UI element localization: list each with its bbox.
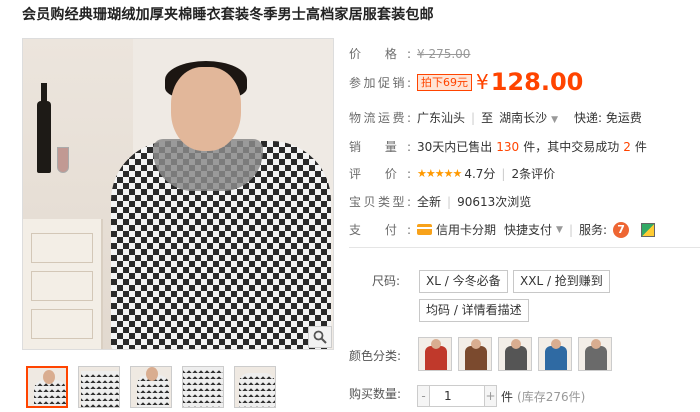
thumbnail-3[interactable] xyxy=(130,366,172,408)
item-type-label: 宝贝类型: xyxy=(349,195,411,209)
promo-label: 参加促销: xyxy=(349,75,411,90)
thumbnail-4[interactable] xyxy=(182,366,224,408)
rating-score: 4.7分 xyxy=(464,167,496,181)
sales-row: 销 量: 30天内已售出 130 件，其中交易成功 2 件 xyxy=(349,138,647,155)
thumbnail-1[interactable] xyxy=(26,366,68,408)
seven-day-return-icon[interactable]: 7 xyxy=(613,221,630,238)
quantity-input[interactable] xyxy=(430,385,484,407)
swatch-1-fill xyxy=(425,346,447,370)
sales-success: 2 xyxy=(623,139,631,154)
sales-suffix: 件 xyxy=(634,140,647,154)
ship-from: 广东汕头 xyxy=(417,111,466,125)
guarantee-icon[interactable] xyxy=(641,222,656,237)
shipping-row: 物流运费: 广东汕头 | 至 湖南长沙 ▼ 快递: 免运费 xyxy=(349,109,642,126)
chevron-down-icon: ▼ xyxy=(551,115,559,125)
chevron-down-icon[interactable]: ▼ xyxy=(556,225,563,235)
size-label: 尺码: xyxy=(372,274,401,288)
photo-cabinet xyxy=(23,219,103,349)
sales-count: 130 xyxy=(496,139,520,154)
promo-currency: ¥ xyxy=(476,70,489,94)
photo-wine-glass xyxy=(57,147,69,173)
promo-tag: 拍下69元 xyxy=(417,73,472,91)
ship-destination-select[interactable]: 湖南长沙 ▼ xyxy=(499,109,558,126)
swatch-4-fill xyxy=(545,346,567,370)
main-product-image[interactable] xyxy=(22,38,334,350)
sales-middle: 件，其中交易成功 xyxy=(523,140,620,154)
photo-wine-bottle xyxy=(37,83,51,173)
color-swatch-2[interactable] xyxy=(458,337,492,371)
quantity-unit: 件 xyxy=(501,389,514,404)
item-condition: 全新 xyxy=(417,195,442,209)
color-swatch-3[interactable] xyxy=(498,337,532,371)
magnifier-icon[interactable] xyxy=(308,326,332,348)
quantity-plus-button[interactable]: + xyxy=(484,385,497,407)
payment-row: 支 付: 信用卡分期 快捷支付 ▼ | 服务: 7 xyxy=(349,221,656,238)
color-label: 颜色分类: xyxy=(349,349,402,363)
ship-separator: | xyxy=(471,110,476,125)
service-label: 服务: xyxy=(579,223,608,237)
price-label: 价 格: xyxy=(349,47,411,61)
sales-prefix: 30天内已售出 xyxy=(417,140,493,154)
item-type-row: 宝贝类型: 全新 | 90613次浏览 xyxy=(349,194,532,210)
rating-label: 评 价: xyxy=(349,167,411,181)
ship-to-prefix: 至 xyxy=(481,111,494,125)
credit-card-icon xyxy=(417,224,432,235)
swatch-2-fill xyxy=(465,346,487,370)
product-title: 会员购经典珊瑚绒加厚夹棉睡衣套装冬季男士高档家居服套装包邮 xyxy=(22,7,434,23)
color-swatch-4[interactable] xyxy=(538,337,572,371)
price-row: 价 格: ¥ 275.00 xyxy=(349,45,470,62)
quantity-stepper: - + 件 (库存276件) xyxy=(417,385,585,407)
quantity-minus-button[interactable]: - xyxy=(417,385,430,407)
color-swatch-5[interactable] xyxy=(578,337,612,371)
quantity-label: 购买数量: xyxy=(349,387,402,401)
size-option-xl[interactable]: XL / 今冬必备 xyxy=(419,270,508,293)
sales-label: 销 量: xyxy=(349,140,411,154)
payment-label: 支 付: xyxy=(349,223,411,237)
shipping-label: 物流运费: xyxy=(349,111,411,125)
quick-pay-link[interactable]: 快捷支付 xyxy=(504,221,552,238)
thumbnail-strip xyxy=(26,366,276,408)
swatch-3-fill xyxy=(505,346,527,370)
size-option-onesize[interactable]: 均码 / 详情看描述 xyxy=(419,299,529,322)
ship-destination: 湖南长沙 xyxy=(499,111,548,125)
swatch-5-fill xyxy=(585,346,607,370)
size-option-xxl[interactable]: XXL / 抢到赚到 xyxy=(513,270,610,293)
thumbnail-2[interactable] xyxy=(78,366,120,408)
reviews-link[interactable]: 2条评价 xyxy=(511,165,555,182)
thumbnail-5[interactable] xyxy=(234,366,276,408)
rating-row: 评 价: ★★★★★ 4.7分 | 2条评价 xyxy=(349,165,556,182)
color-swatch-1[interactable] xyxy=(418,337,452,371)
shipping-fee: 快递: 免运费 xyxy=(574,111,642,125)
promo-price: 128.00 xyxy=(490,68,584,96)
quantity-stock: (库存276件) xyxy=(517,389,586,404)
credit-installment-link[interactable]: 信用卡分期 xyxy=(436,221,496,238)
item-views: 90613次浏览 xyxy=(457,195,532,209)
photo-model xyxy=(101,61,331,349)
original-price: ¥ 275.00 xyxy=(417,46,471,61)
star-rating-icon: ★★★★★ xyxy=(417,167,462,180)
promo-row: 参加促销: 拍下69元 ¥ 128.00 xyxy=(349,68,583,96)
info-divider xyxy=(349,247,700,248)
